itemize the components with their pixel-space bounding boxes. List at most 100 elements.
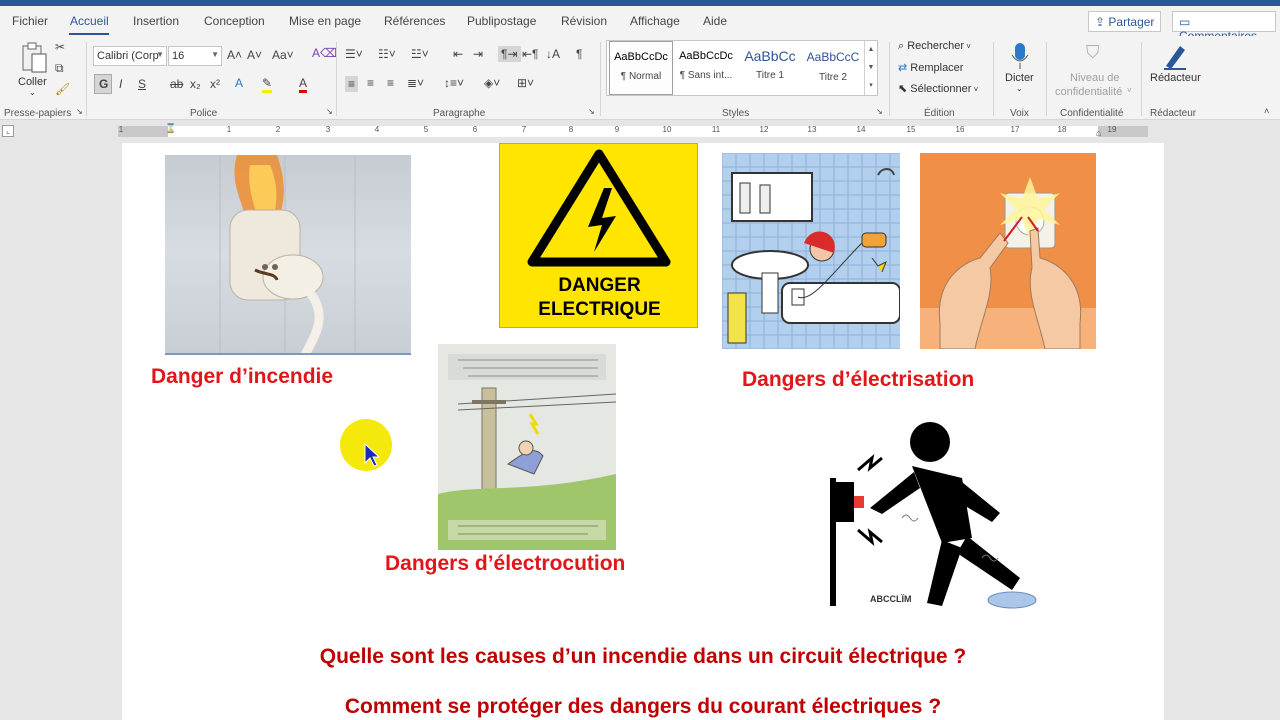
copy-icon[interactable]: ⧉: [55, 61, 64, 76]
document-page[interactable]: DANGER ELECTRIQUE Danger d’incendie Dang…: [122, 143, 1164, 720]
search-icon: ⌕: [898, 40, 908, 52]
ruler-number: 17: [1010, 125, 1020, 134]
font-name-field[interactable]: Calibri (Corp ▼: [93, 46, 167, 66]
ruler-number: 11: [711, 125, 721, 134]
scroll-down-icon[interactable]: ▼: [865, 59, 877, 77]
danger-sign-image[interactable]: DANGER ELECTRIQUE: [499, 143, 698, 328]
find-label: Rechercher: [907, 40, 965, 52]
tab-publipostage[interactable]: Publipostage: [467, 14, 536, 28]
shading-icon[interactable]: ◈˅: [484, 76, 500, 90]
underline-button[interactable]: S: [138, 77, 146, 91]
subscript-button[interactable]: x₂: [190, 77, 201, 91]
electric-shock-man-image[interactable]: ABCCLÏM: [822, 418, 1042, 618]
format-painter-icon[interactable]: 🖌: [55, 82, 70, 96]
ruler-number: 5: [423, 125, 429, 134]
separator: [1141, 42, 1142, 116]
highlight-icon[interactable]: ✎: [262, 76, 273, 93]
paragraph-launcher-icon[interactable]: ↘: [588, 107, 595, 116]
font-launcher-icon[interactable]: ↘: [326, 107, 333, 116]
ruler-number: 1: [118, 125, 124, 134]
chevron-down-icon: ⌄: [1016, 84, 1023, 93]
hands-outlet-image[interactable]: [920, 153, 1096, 349]
bullets-icon[interactable]: ☰˅: [345, 47, 363, 61]
replace-label: Remplacer: [910, 62, 964, 74]
tab-aide[interactable]: Aide: [703, 14, 727, 28]
increase-indent-icon[interactable]: ⇥: [473, 47, 483, 61]
numbering-icon[interactable]: ☷˅: [378, 47, 396, 61]
chevron-down-icon: ˅: [971, 85, 979, 94]
ruler-number: 12: [759, 125, 769, 134]
tab-affichage[interactable]: Affichage: [630, 14, 680, 28]
style-heading-1[interactable]: AaBbCc Titre 1: [738, 41, 802, 95]
style-name: Titre 1: [756, 70, 784, 81]
style-normal[interactable]: AaBbCcDc ¶ Normal: [609, 41, 673, 95]
sort-icon[interactable]: ↓A: [546, 47, 560, 61]
borders-icon[interactable]: ⊞˅: [517, 76, 534, 90]
electrocution-poster-image[interactable]: [438, 344, 616, 550]
editor-button[interactable]: Rédacteur: [1148, 40, 1202, 100]
dictate-button[interactable]: Dicter ⌄: [1004, 40, 1036, 100]
justify-icon[interactable]: ≣˅: [407, 76, 424, 90]
style-no-spacing[interactable]: AaBbCcDc ¶ Sans int...: [674, 41, 738, 95]
replace-button[interactable]: ⇄ Remplacer: [898, 61, 963, 74]
change-case-icon[interactable]: Aa˅: [272, 48, 294, 62]
text-effects-icon[interactable]: A: [235, 76, 243, 90]
clipboard-launcher-icon[interactable]: ↘: [76, 107, 83, 116]
tab-insertion[interactable]: Insertion: [133, 14, 179, 28]
align-right-icon[interactable]: ≡: [387, 76, 394, 90]
tab-revision[interactable]: Révision: [561, 14, 607, 28]
italic-button[interactable]: I: [119, 77, 122, 91]
grow-font-icon[interactable]: A˄: [227, 48, 242, 62]
collapse-ribbon-icon[interactable]: ˄: [1264, 106, 1269, 116]
align-left-icon[interactable]: ≡: [345, 76, 359, 92]
bold-button[interactable]: G: [99, 77, 108, 91]
font-size-field[interactable]: 16 ▼: [168, 46, 222, 66]
styles-launcher-icon[interactable]: ↘: [876, 107, 883, 116]
ribbon: Coller ⌄ ✂ ⧉ 🖌 Presse-papiers ↘ Calibri …: [0, 36, 1280, 120]
separator: [86, 42, 87, 116]
indent-marker-icon[interactable]: ⌛: [165, 123, 176, 134]
align-center-icon[interactable]: ≡: [367, 76, 374, 90]
decrease-indent-icon[interactable]: ⇤: [453, 47, 463, 61]
dictate-label: Dicter: [1005, 72, 1034, 84]
comments-button[interactable]: ▭ Commentaires: [1172, 11, 1276, 43]
tab-conception[interactable]: Conception: [204, 14, 265, 28]
scroll-up-icon[interactable]: ▲: [865, 41, 877, 59]
ruler-number: 19: [1107, 125, 1117, 134]
right-indent-marker-icon[interactable]: ⌂: [1096, 128, 1101, 138]
tab-selector-icon[interactable]: ⌞: [2, 125, 14, 137]
clear-format-icon[interactable]: A⌫: [312, 46, 337, 60]
shrink-font-icon[interactable]: A˅: [247, 48, 262, 62]
style-sample: AaBbCc: [744, 48, 796, 64]
ruler-track[interactable]: 1 1 2 3 4 5 6 7 8 9 10 11 12 13 14 15 16…: [118, 123, 1148, 138]
style-heading-2[interactable]: AaBbCcC Titre 2: [801, 41, 865, 95]
multilevel-list-icon[interactable]: ☳˅: [411, 47, 429, 61]
rtl-direction-icon[interactable]: ⇤¶: [522, 47, 539, 61]
line-spacing-icon[interactable]: ↕≡˅: [444, 76, 464, 90]
tab-fichier[interactable]: Fichier: [12, 14, 48, 28]
show-marks-icon[interactable]: ¶: [576, 47, 582, 61]
superscript-button[interactable]: x²: [210, 77, 220, 91]
bathroom-hairdryer-image[interactable]: [722, 153, 900, 349]
select-button[interactable]: ⬉ Sélectionner ˅: [898, 82, 978, 95]
tab-references[interactable]: Références: [384, 14, 445, 28]
tab-accueil[interactable]: Accueil: [70, 14, 109, 28]
font-color-icon[interactable]: A: [299, 76, 308, 93]
font-group-label: Police: [190, 108, 218, 119]
cut-icon[interactable]: ✂: [55, 40, 65, 54]
paste-button[interactable]: Coller ⌄: [16, 40, 52, 98]
styles-scroll[interactable]: ▲ ▼ ▾: [864, 41, 877, 95]
ltr-direction-icon[interactable]: ¶⇥: [498, 46, 521, 62]
style-name: ¶ Sans int...: [679, 70, 733, 81]
separator: [993, 42, 994, 116]
strikethrough-button[interactable]: ab: [170, 77, 183, 91]
replace-icon: ⇄: [898, 62, 911, 74]
paste-icon: [22, 42, 47, 73]
sign-line-1: DANGER: [558, 275, 641, 296]
fire-outlet-image[interactable]: [165, 155, 411, 355]
find-button[interactable]: ⌕ Rechercher ˅: [898, 40, 971, 53]
share-button[interactable]: ⇪ Partager: [1088, 11, 1162, 32]
ruler-number: 9: [614, 125, 620, 134]
tab-mise-en-page[interactable]: Mise en page: [289, 14, 361, 28]
more-styles-icon[interactable]: ▾: [865, 77, 877, 95]
